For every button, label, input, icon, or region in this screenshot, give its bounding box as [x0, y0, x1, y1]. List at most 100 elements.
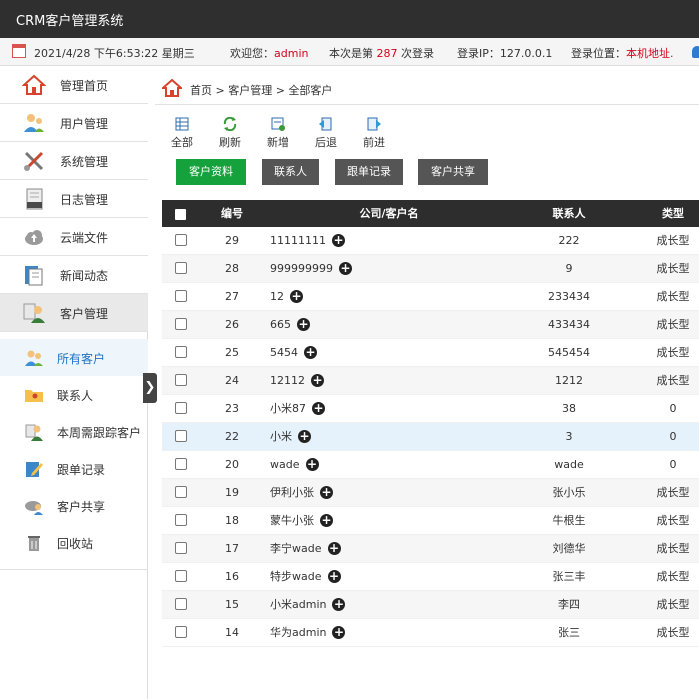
tab-follow-records[interactable]: 跟单记录	[335, 159, 403, 185]
table-row[interactable]: 17 李宁wade + 刘德华 成长型	[162, 535, 699, 563]
row-checkbox[interactable]	[175, 451, 187, 478]
add-button[interactable]: 新增	[262, 117, 294, 151]
sidebar-item-system[interactable]: 系统管理	[0, 142, 148, 180]
table-row[interactable]: 26 665 +433434 成长型	[162, 311, 699, 339]
refresh-button[interactable]: 刷新	[214, 117, 246, 151]
expand-plus-icon[interactable]: +	[327, 569, 341, 583]
header-company[interactable]: 公司/客户名	[270, 200, 508, 227]
row-checkbox[interactable]	[175, 423, 187, 450]
expand-plus-icon[interactable]: +	[298, 429, 311, 443]
row-contact: 222	[558, 234, 580, 247]
row-company[interactable]: 11111111 +	[270, 227, 345, 254]
row-checkbox[interactable]	[175, 563, 187, 590]
select-all-checkbox[interactable]	[175, 200, 186, 227]
expand-plus-icon[interactable]: +	[339, 261, 352, 275]
table-row[interactable]: 28 999999999 +9 成长型	[162, 255, 699, 283]
table-row[interactable]: 19 伊利小张 + 张小乐 成长型	[162, 479, 699, 507]
table-row[interactable]: 29 11111111 +222 成长型	[162, 227, 699, 255]
sidebar-subitem-recycle-bin[interactable]: 回收站	[0, 524, 148, 561]
row-checkbox[interactable]	[175, 311, 187, 338]
expand-plus-icon[interactable]: +	[305, 457, 319, 471]
table-row[interactable]: 25 5454 +545454 成长型	[162, 339, 699, 367]
row-checkbox[interactable]	[175, 591, 187, 618]
row-checkbox[interactable]	[175, 283, 187, 310]
sidebar-subitem-weekly-follow[interactable]: 本周需跟踪客户	[0, 413, 148, 450]
row-company[interactable]: 12 +	[270, 283, 303, 310]
row-checkbox[interactable]	[175, 507, 187, 534]
table-row[interactable]: 24 12112 +1212 成长型	[162, 367, 699, 395]
row-company[interactable]: 伊利小张 +	[270, 479, 333, 506]
header-no[interactable]: 编号	[204, 200, 260, 227]
sidebar-subitem-share[interactable]: 客户共享	[0, 487, 148, 524]
row-checkbox[interactable]	[175, 255, 187, 282]
forward-button[interactable]: 前进	[358, 117, 390, 151]
tab-customer-info[interactable]: 客户资料	[176, 159, 246, 185]
row-checkbox[interactable]	[175, 367, 187, 394]
table-row[interactable]: 22 小米 +3 0	[162, 423, 699, 451]
expand-plus-icon[interactable]: +	[332, 233, 345, 247]
row-checkbox[interactable]	[175, 395, 187, 422]
row-company[interactable]: 蒙牛小张 +	[270, 507, 333, 534]
login-suffix: 次登录	[401, 47, 434, 60]
expand-plus-icon[interactable]: +	[320, 485, 333, 499]
row-company[interactable]: 665 +	[270, 311, 310, 338]
row-company[interactable]: 999999999 +	[270, 255, 352, 282]
expand-plus-icon[interactable]: +	[320, 513, 333, 527]
table-row[interactable]: 23 小米87 +38 0	[162, 395, 699, 423]
row-company[interactable]: wade +	[270, 451, 319, 478]
row-company[interactable]: 小米87 +	[270, 395, 325, 422]
row-type: 成长型	[656, 542, 690, 555]
expand-plus-icon[interactable]: +	[297, 317, 310, 331]
sidebar-item-news[interactable]: 新闻动态	[0, 256, 148, 294]
row-company[interactable]: 12112 +	[270, 367, 324, 394]
tab-customer-share[interactable]: 客户共享	[418, 159, 488, 185]
sidebar-subitem-contacts[interactable]: 联系人	[0, 376, 148, 413]
sidebar-subitem-all-customers[interactable]: 所有客户	[0, 339, 148, 376]
expand-plus-icon[interactable]: +	[304, 345, 317, 359]
table-row[interactable]: 16 特步wade + 张三丰 成长型	[162, 563, 699, 591]
expand-plus-icon[interactable]: +	[332, 597, 346, 611]
sidebar-toggle-button[interactable]: ❯	[143, 373, 157, 403]
header-type[interactable]: 类型	[647, 200, 699, 227]
row-contact: 张小乐	[552, 486, 586, 499]
forward-icon	[367, 117, 381, 131]
expand-plus-icon[interactable]: +	[311, 373, 324, 387]
row-company[interactable]: 小米 +	[270, 423, 311, 450]
row-company[interactable]: 5454 +	[270, 339, 317, 366]
tab-contacts[interactable]: 联系人	[262, 159, 319, 185]
sidebar-subitem-follow-records[interactable]: 跟单记录	[0, 450, 148, 487]
table-row[interactable]: 20 wade + wade 0	[162, 451, 699, 479]
row-checkbox[interactable]	[175, 479, 187, 506]
row-type: 成长型	[656, 598, 690, 611]
row-checkbox[interactable]	[175, 227, 187, 254]
table-row[interactable]: 27 12 +233434 成长型	[162, 283, 699, 311]
sidebar-item-cloud[interactable]: 云端文件	[0, 218, 148, 256]
back-button[interactable]: 后退	[310, 117, 342, 151]
expand-plus-icon[interactable]: +	[290, 289, 303, 303]
row-no: 19	[225, 486, 239, 499]
expand-plus-icon[interactable]: +	[327, 541, 341, 555]
table-row[interactable]: 18 蒙牛小张 + 牛根生 成长型	[162, 507, 699, 535]
row-company[interactable]: 小米admin +	[270, 591, 346, 618]
user-profile-icon[interactable]	[692, 46, 699, 58]
row-company-text: 999999999	[270, 262, 333, 275]
expand-plus-icon[interactable]: +	[312, 401, 325, 415]
sidebar-item-customers[interactable]: 客户管理	[0, 294, 148, 332]
sidebar-item-log[interactable]: 日志管理	[0, 180, 148, 218]
row-checkbox[interactable]	[175, 535, 187, 562]
row-company[interactable]: 李宁wade +	[270, 535, 341, 562]
show-all-button[interactable]: 全部	[166, 117, 198, 151]
table-row[interactable]: 15 小米admin + 李四 成长型	[162, 591, 699, 619]
row-checkbox[interactable]	[175, 619, 187, 646]
row-company[interactable]: 华为admin +	[270, 619, 346, 646]
header-contact[interactable]: 联系人	[502, 200, 636, 227]
row-contact: 233434	[548, 290, 590, 303]
toolbar-label: 刷新	[219, 136, 241, 149]
expand-plus-icon[interactable]: +	[332, 625, 346, 639]
sidebar-item-label: 用户管理	[60, 117, 109, 131]
sidebar-item-home[interactable]: 管理首页	[0, 66, 148, 104]
row-company[interactable]: 特步wade +	[270, 563, 341, 590]
sidebar-item-users[interactable]: 用户管理	[0, 104, 148, 142]
table-row[interactable]: 14 华为admin + 张三 成长型	[162, 619, 699, 647]
row-checkbox[interactable]	[175, 339, 187, 366]
